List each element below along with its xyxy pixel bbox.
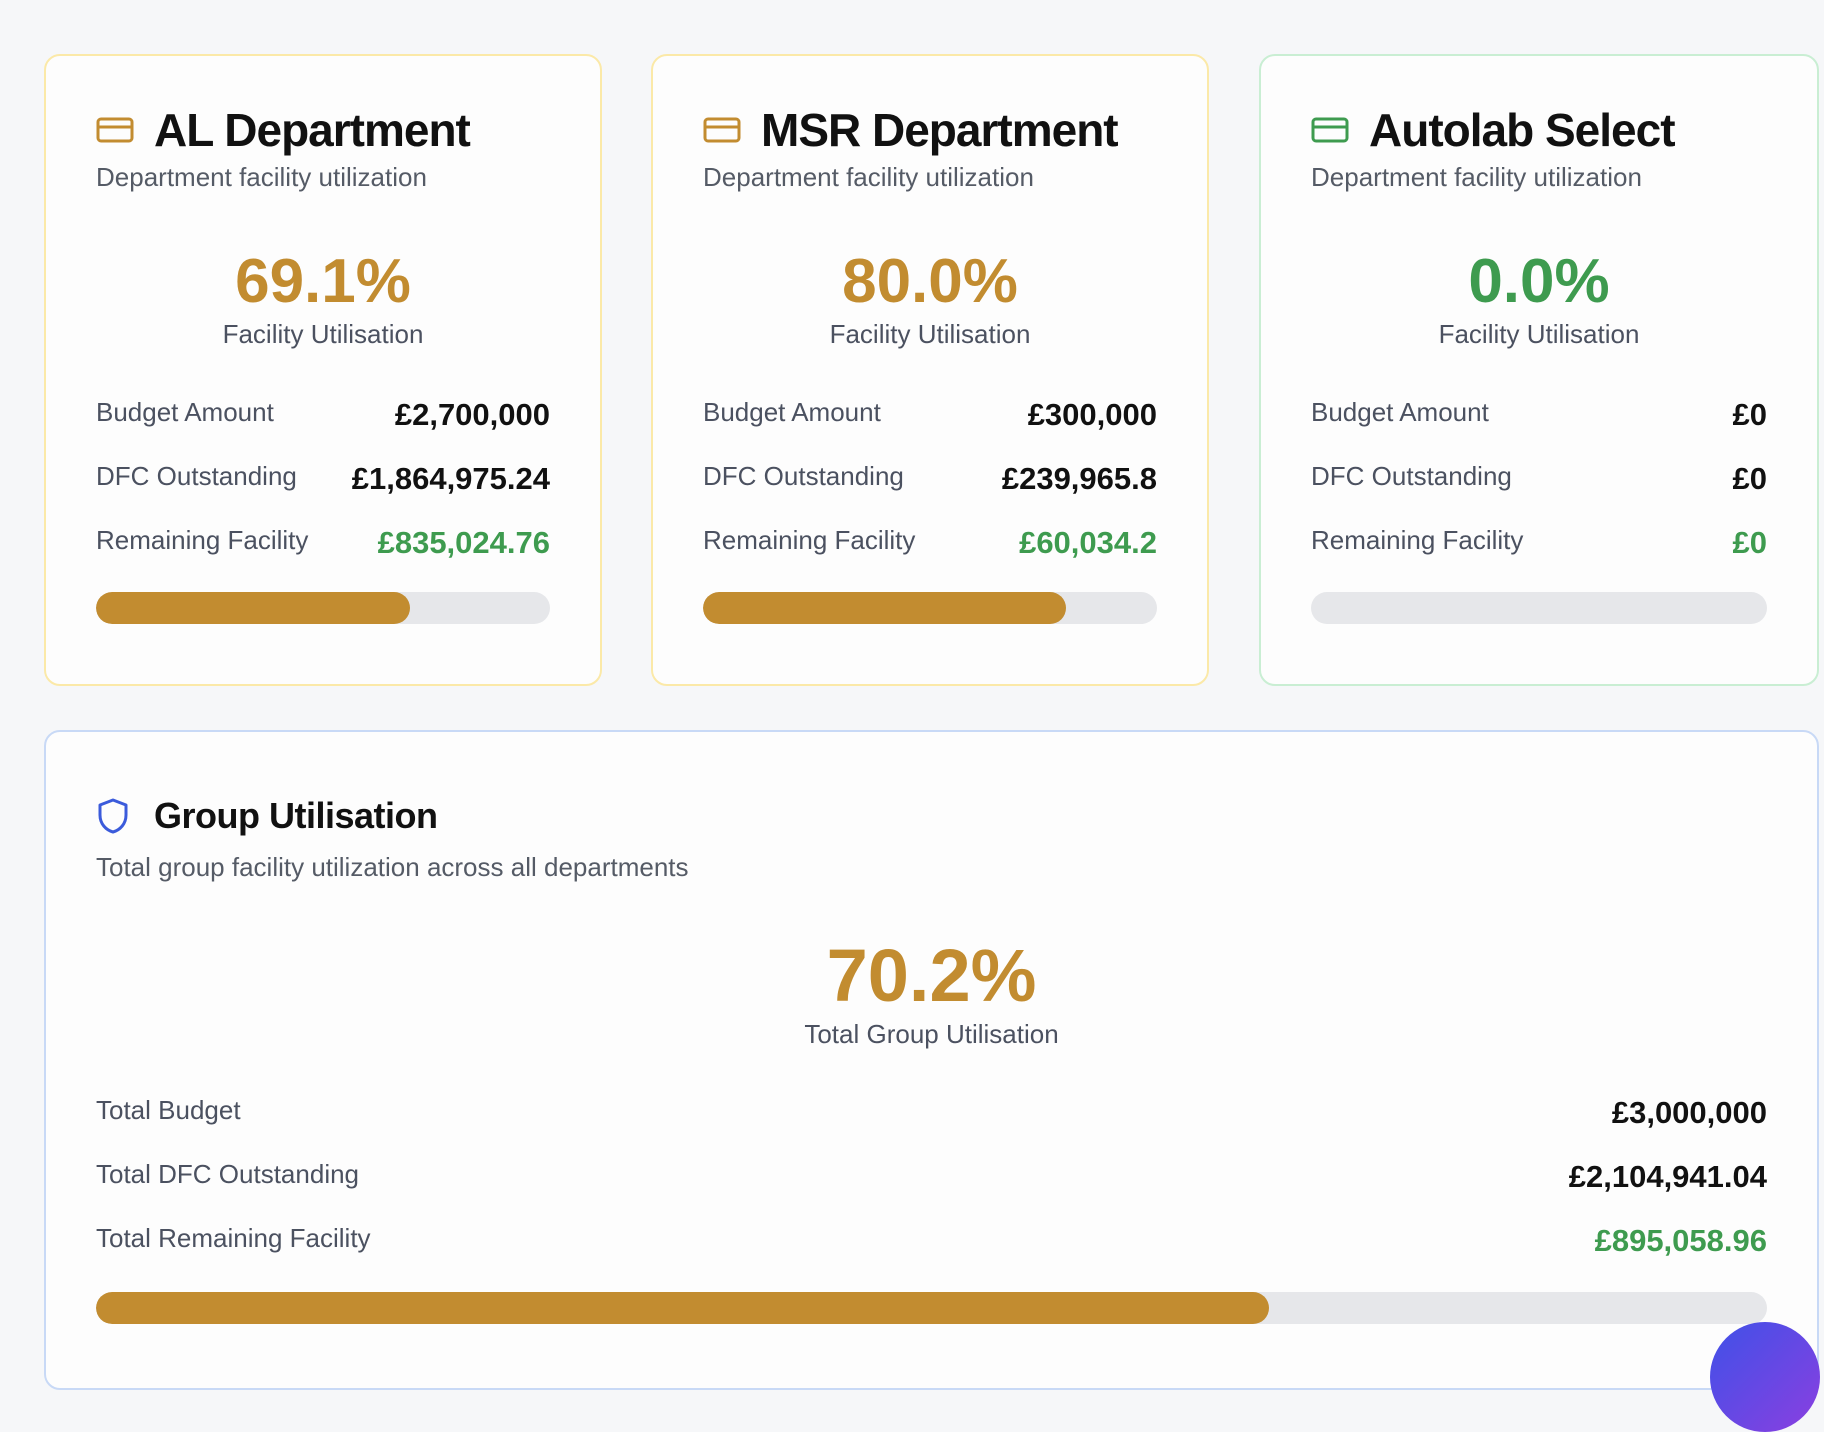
row-value: £0 [1732,461,1767,496]
dfc-outstanding-row: DFC Outstanding £239,965.8 [703,444,1157,508]
msr-department-card: MSR Department Department facility utili… [651,54,1209,686]
utilisation-percent: 69.1% [235,247,411,316]
utilisation-progress-bar [96,592,550,624]
row-value: £0 [1732,525,1767,560]
remaining-facility-row: Remaining Facility £835,024.76 [96,508,550,572]
card-header: MSR Department [703,104,1157,156]
row-value: £895,058.96 [1594,1223,1767,1258]
card-header: Group Utilisation [96,790,1767,842]
utilisation-label: Facility Utilisation [222,319,424,349]
progress-fill [96,592,410,624]
group-utilisation-label: Total Group Utilisation [804,1019,1059,1049]
autolab-select-card: Autolab Select Department facility utili… [1259,54,1819,686]
row-value: £0 [1732,397,1767,432]
card-header: Autolab Select [1311,104,1767,156]
shield-icon [98,798,128,834]
row-label: DFC Outstanding [703,460,904,491]
row-label: Budget Amount [96,396,274,427]
group-utilisation-card: Group Utilisation Total group facility u… [44,730,1819,1390]
card-title: AL Department [154,104,471,156]
utilisation-label: Facility Utilisation [829,319,1031,349]
budget-row: Budget Amount £2,700,000 [96,380,550,444]
card-title: Autolab Select [1369,104,1676,156]
floating-action-button[interactable] [1710,1322,1820,1432]
row-label: Total DFC Outstanding [96,1158,360,1189]
row-value: £300,000 [1027,397,1157,432]
row-value: £60,034.2 [1019,525,1157,560]
row-value: £2,104,941.04 [1568,1159,1767,1194]
row-value: £2,700,000 [394,397,550,432]
card-subtitle: Department facility utilization [703,162,1034,192]
dfc-outstanding-row: DFC Outstanding £0 [1311,444,1767,508]
row-value: £835,024.76 [377,525,550,560]
budget-row: Budget Amount £300,000 [703,380,1157,444]
card-title: MSR Department [761,104,1119,156]
row-label: Total Remaining Facility [96,1222,371,1253]
row-label: Remaining Facility [1311,524,1524,555]
group-utilisation-percent: 70.2% [826,934,1037,1017]
card-subtitle: Department facility utilization [1311,162,1642,192]
row-label: Budget Amount [1311,396,1489,427]
row-label: DFC Outstanding [1311,460,1512,491]
row-label: Remaining Facility [703,524,916,555]
card-subtitle: Total group facility utilization across … [96,852,689,882]
card-subtitle: Department facility utilization [96,162,427,192]
card-title: Group Utilisation [154,795,438,836]
credit-card-icon [1311,117,1349,143]
utilisation-percent: 80.0% [842,247,1018,316]
total-remaining-facility-row: Total Remaining Facility £895,058.96 [96,1206,1767,1270]
utilisation-percent: 0.0% [1468,247,1610,316]
utilisation-label: Facility Utilisation [1438,319,1640,349]
row-label: DFC Outstanding [96,460,297,491]
remaining-facility-row: Remaining Facility £0 [1311,508,1767,572]
row-value: £1,864,975.24 [351,461,550,496]
row-label: Remaining Facility [96,524,309,555]
card-header: AL Department [96,104,550,156]
row-value: £3,000,000 [1611,1095,1767,1130]
row-label: Total Budget [96,1094,241,1125]
utilisation-progress-bar [1311,592,1767,624]
utilisation-progress-bar [703,592,1157,624]
progress-fill [703,592,1067,624]
row-label: Budget Amount [703,396,881,427]
group-utilisation-progress-bar [96,1292,1767,1324]
al-department-card: AL Department Department facility utiliz… [44,54,602,686]
credit-card-icon [703,117,741,143]
dfc-outstanding-row: DFC Outstanding £1,864,975.24 [96,444,550,508]
total-dfc-outstanding-row: Total DFC Outstanding £2,104,941.04 [96,1142,1767,1206]
total-budget-row: Total Budget £3,000,000 [96,1078,1767,1142]
remaining-facility-row: Remaining Facility £60,034.2 [703,508,1157,572]
progress-fill [96,1292,1270,1324]
row-value: £239,965.8 [1001,461,1157,496]
credit-card-icon [96,117,134,143]
budget-row: Budget Amount £0 [1311,380,1767,444]
